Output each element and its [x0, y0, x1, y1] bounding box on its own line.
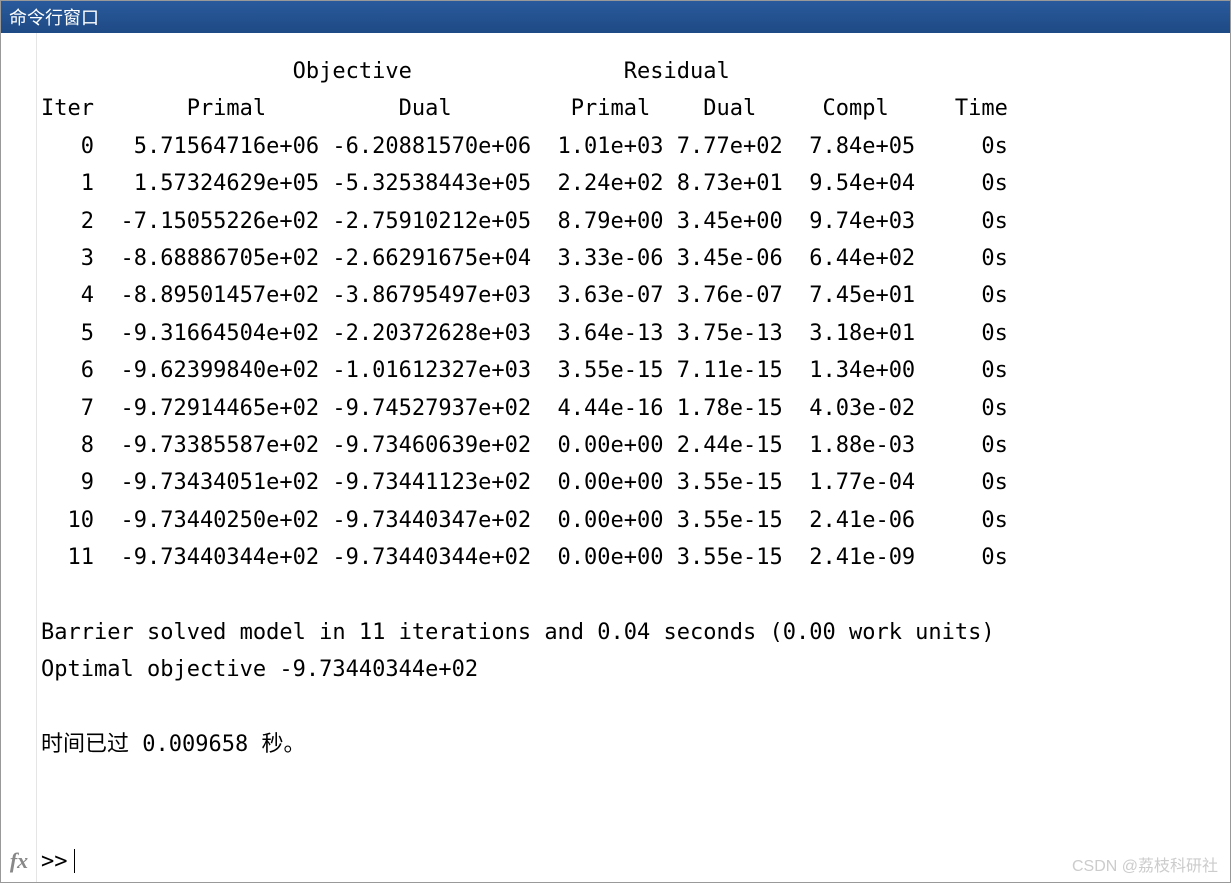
output-row: 0 5.71564716e+06 -6.20881570e+06 1.01e+0…: [41, 134, 1008, 159]
body-area: Objective Residual Iter Primal Dual Prim…: [1, 33, 1230, 882]
output-row: 3 -8.68886705e+02 -2.66291675e+04 3.33e-…: [41, 246, 1008, 271]
output-row: 6 -9.62399840e+02 -1.01612327e+03 3.55e-…: [41, 358, 1008, 383]
output-summary1: Barrier solved model in 11 iterations an…: [41, 620, 995, 645]
command-window: 命令行窗口 Objective Residual Iter Primal Dua…: [0, 0, 1231, 883]
output-row: 8 -9.73385587e+02 -9.73460639e+02 0.00e+…: [41, 433, 1008, 458]
output-row: 5 -9.31664504e+02 -2.20372628e+03 3.64e-…: [41, 321, 1008, 346]
gutter: [1, 33, 37, 882]
prompt-symbol: >>: [37, 849, 68, 874]
titlebar: 命令行窗口: [1, 1, 1230, 33]
output-elapsed: 时间已过 0.009658 秒。: [41, 732, 305, 757]
output-row: 1 1.57324629e+05 -5.32538443e+05 2.24e+0…: [41, 171, 1008, 196]
cursor-icon[interactable]: [74, 849, 75, 873]
output-header1: Objective Residual: [41, 59, 730, 84]
window-title: 命令行窗口: [9, 8, 99, 28]
output-area[interactable]: Objective Residual Iter Primal Dual Prim…: [1, 33, 1230, 848]
output-row: 11 -9.73440344e+02 -9.73440344e+02 0.00e…: [41, 545, 1008, 570]
output-row: 2 -7.15055226e+02 -2.75910212e+05 8.79e+…: [41, 209, 1008, 234]
output-row: 10 -9.73440250e+02 -9.73440347e+02 0.00e…: [41, 508, 1008, 533]
output-row: 9 -9.73434051e+02 -9.73441123e+02 0.00e+…: [41, 470, 1008, 495]
output-header2: Iter Primal Dual Primal Dual Compl Time: [41, 96, 1008, 121]
output-summary2: Optimal objective -9.73440344e+02: [41, 657, 478, 682]
output-row: 4 -8.89501457e+02 -3.86795497e+03 3.63e-…: [41, 283, 1008, 308]
output-row: 7 -9.72914465e+02 -9.74527937e+02 4.44e-…: [41, 396, 1008, 421]
prompt-row: fx >>: [1, 848, 1230, 882]
